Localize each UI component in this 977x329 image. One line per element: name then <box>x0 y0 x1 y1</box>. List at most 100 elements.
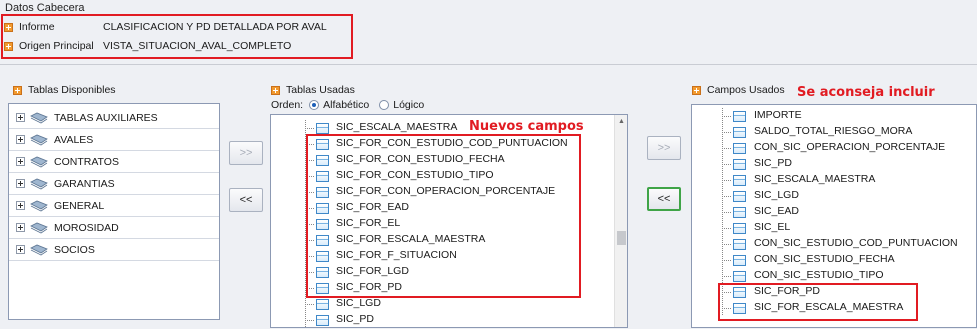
tablas-usadas-tree[interactable]: Nuevos campos SIC_ESCALA_MAESTRA SIC_FOR… <box>270 114 628 328</box>
table-group-icon <box>30 222 48 233</box>
field-icon <box>733 175 746 186</box>
orden-label: Orden: <box>271 99 304 111</box>
tablas-disponibles-list[interactable]: TABLAS AUXILIARES AVALES CONTRATOS GARAN… <box>8 103 220 320</box>
list-item[interactable]: GENERAL <box>9 195 219 217</box>
disponibles-title: Tablas Disponibles <box>28 84 116 96</box>
add-table-button[interactable]: >> <box>229 141 263 165</box>
tree-item[interactable]: CON_SIC_ESTUDIO_COD_PUNTUACION <box>692 236 976 252</box>
radio-logico[interactable] <box>379 100 390 110</box>
remove-table-button[interactable]: << <box>229 188 263 212</box>
field-icon <box>733 143 746 154</box>
campos-usados-tree[interactable]: IMPORTE SALDO_TOTAL_RIESGO_MORA CON_SIC_… <box>691 104 977 328</box>
orden-group: Orden: Alfabético Lógico <box>271 99 424 111</box>
table-icon <box>316 315 329 326</box>
list-item[interactable]: GARANTIAS <box>9 173 219 195</box>
radio-alfabetico[interactable] <box>309 100 320 110</box>
table-icon <box>316 123 329 134</box>
tree-item-label: SIC_PD <box>754 157 792 169</box>
campos-annotation: Se aconseja incluir <box>797 85 935 100</box>
usadas-title: Tablas Usadas <box>286 84 355 96</box>
expand-campos-icon[interactable] <box>692 85 701 95</box>
list-item-label: CONTRATOS <box>54 155 119 168</box>
tree-item[interactable]: CON_SIC_ESTUDIO_FECHA <box>692 252 976 268</box>
list-item-label: SOCIOS <box>54 243 95 256</box>
table-group-icon <box>30 244 48 255</box>
expand-node-icon[interactable] <box>16 245 25 254</box>
table-group-icon <box>30 112 48 123</box>
disponibles-header: Tablas Disponibles <box>13 84 116 96</box>
tree-item[interactable]: SIC_EAD <box>692 204 976 220</box>
list-item-label: TABLAS AUXILIARES <box>54 111 158 124</box>
expand-node-icon[interactable] <box>16 179 25 188</box>
tree-item-label: CON_SIC_ESTUDIO_TIPO <box>754 269 884 281</box>
usadas-scrollbar[interactable]: ▲ <box>614 115 627 327</box>
scroll-up-icon[interactable]: ▲ <box>615 115 627 128</box>
tree-item-label: SALDO_TOTAL_RIESGO_MORA <box>754 125 913 137</box>
tree-item[interactable]: SIC_LGD <box>692 188 976 204</box>
expand-usadas-icon[interactable] <box>271 85 280 95</box>
expand-node-icon[interactable] <box>16 135 25 144</box>
tree-item-label: SIC_EL <box>754 221 791 233</box>
list-item-label: MOROSIDAD <box>54 221 119 234</box>
tree-item-label: SIC_EAD <box>754 205 799 217</box>
incluir-highlight-box <box>718 283 918 321</box>
list-item[interactable]: AVALES <box>9 129 219 151</box>
field-icon <box>733 111 746 122</box>
list-item-label: GENERAL <box>54 199 105 212</box>
tree-item-label: SIC_PD <box>336 313 374 325</box>
tree-item-label: IMPORTE <box>754 109 802 121</box>
tree-item[interactable]: IMPORTE <box>692 108 976 124</box>
tree-item-label: SIC_LGD <box>336 297 381 309</box>
tree-item[interactable]: SIC_EL <box>692 220 976 236</box>
add-field-button[interactable]: >> <box>647 136 681 160</box>
expand-node-icon[interactable] <box>16 157 25 166</box>
tree-item[interactable]: SIC_PD <box>271 312 627 327</box>
field-icon <box>733 127 746 138</box>
field-icon <box>733 159 746 170</box>
table-group-icon <box>30 156 48 167</box>
tree-item-label: CON_SIC_ESTUDIO_FECHA <box>754 253 895 265</box>
table-group-icon <box>30 178 48 189</box>
header-highlight-box <box>1 14 353 59</box>
tree-item-label: CON_SIC_ESTUDIO_COD_PUNTUACION <box>754 237 958 249</box>
field-icon <box>733 271 746 282</box>
field-icon <box>733 255 746 266</box>
usadas-header: Tablas Usadas <box>271 84 355 96</box>
remove-field-button[interactable]: << <box>647 187 681 211</box>
list-item[interactable]: MOROSIDAD <box>9 217 219 239</box>
campos-title: Campos Usados <box>707 84 785 96</box>
tree-item[interactable]: SIC_LGD <box>271 296 627 312</box>
list-item-label: AVALES <box>54 133 94 146</box>
alfabetico-label[interactable]: Alfabético <box>323 99 369 111</box>
tree-item[interactable]: SIC_PD <box>692 156 976 172</box>
campos-header: Campos Usados <box>692 84 785 96</box>
field-icon <box>733 191 746 202</box>
tree-item-label: SIC_LGD <box>754 189 799 201</box>
tree-item[interactable]: SIC_ESCALA_MAESTRA <box>692 172 976 188</box>
table-group-icon <box>30 134 48 145</box>
tree-item[interactable]: CON_SIC_ESTUDIO_TIPO <box>692 268 976 284</box>
expand-node-icon[interactable] <box>16 113 25 122</box>
expand-node-icon[interactable] <box>16 223 25 232</box>
scroll-thumb[interactable] <box>617 231 626 245</box>
list-item-label: GARANTIAS <box>54 177 115 190</box>
table-icon <box>316 299 329 310</box>
field-icon <box>733 207 746 218</box>
expand-node-icon[interactable] <box>16 201 25 210</box>
header-title: Datos Cabecera <box>5 2 85 14</box>
tree-item-label: SIC_ESCALA_MAESTRA <box>336 121 458 133</box>
field-icon <box>733 223 746 234</box>
list-item[interactable]: CONTRATOS <box>9 151 219 173</box>
tree-item-label: SIC_ESCALA_MAESTRA <box>754 173 876 185</box>
field-icon <box>733 239 746 250</box>
list-item[interactable]: TABLAS AUXILIARES <box>9 107 219 129</box>
expand-disponibles-icon[interactable] <box>13 85 22 95</box>
tree-item[interactable]: CON_SIC_OPERACION_PORCENTAJE <box>692 140 976 156</box>
tree-item[interactable]: SALDO_TOTAL_RIESGO_MORA <box>692 124 976 140</box>
logico-label[interactable]: Lógico <box>393 99 424 111</box>
table-group-icon <box>30 200 48 211</box>
separator <box>0 64 977 65</box>
list-item[interactable]: SOCIOS <box>9 239 219 261</box>
tree-item-label: CON_SIC_OPERACION_PORCENTAJE <box>754 141 946 153</box>
nuevos-campos-highlight-box <box>306 134 581 298</box>
